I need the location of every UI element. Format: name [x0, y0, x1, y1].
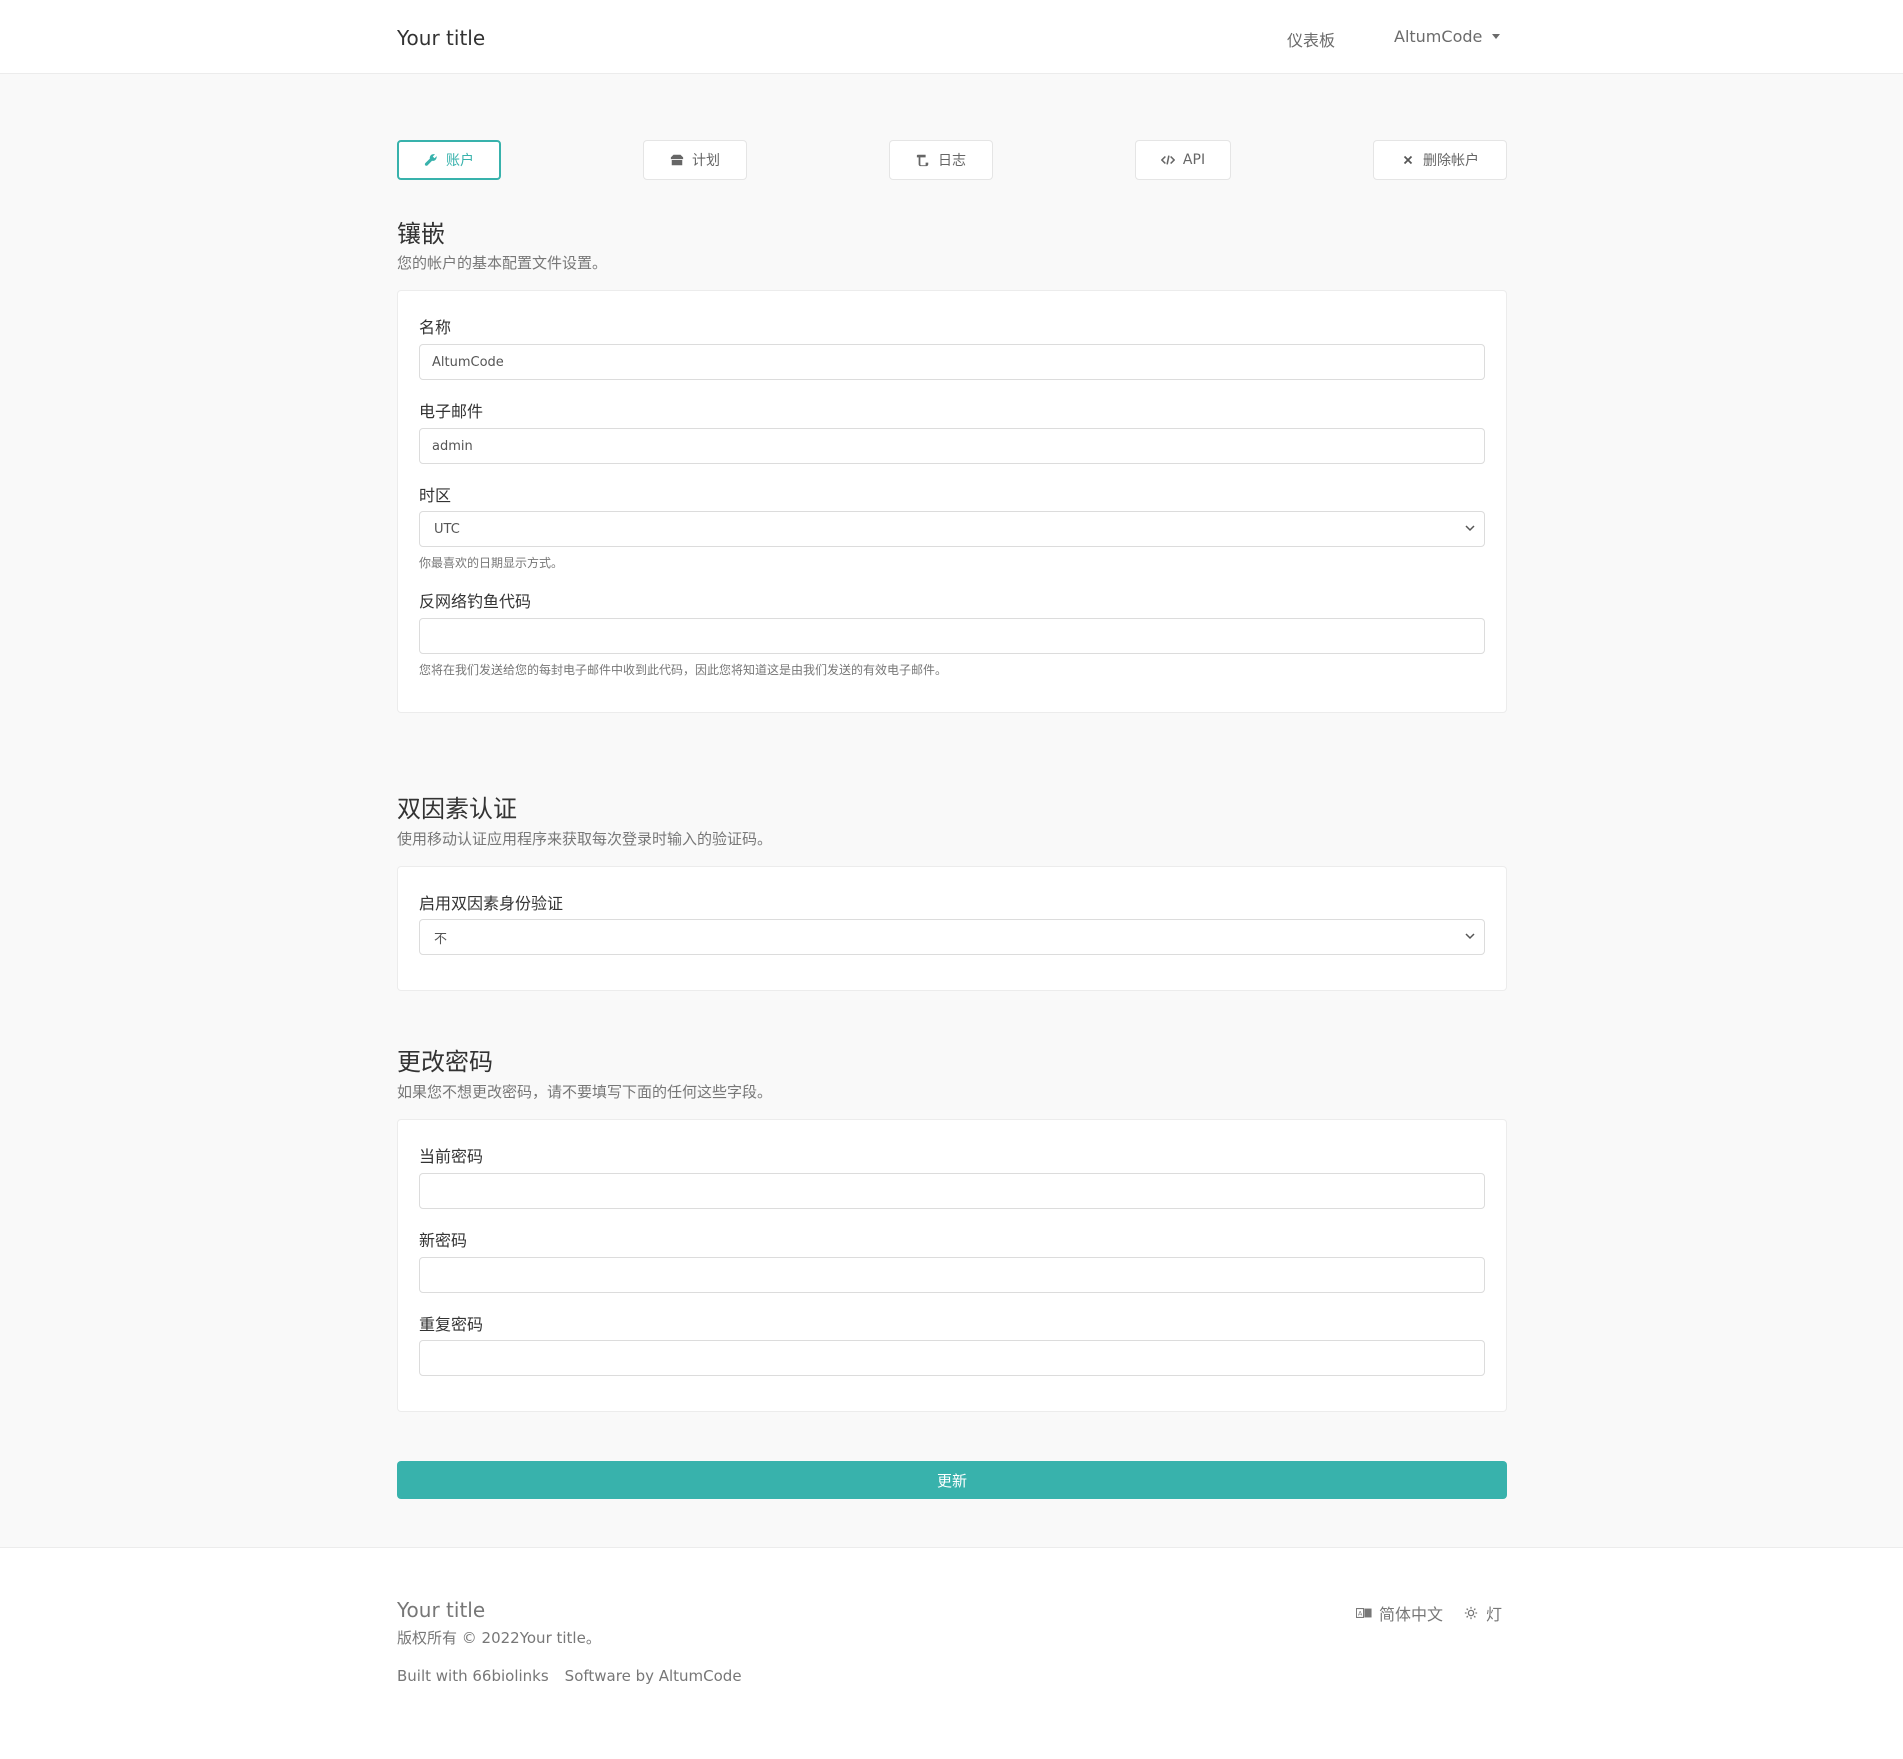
- timezone-selected-value: UTC: [419, 511, 1485, 547]
- profile-section-subtitle: 您的帐户的基本配置文件设置。: [397, 254, 608, 272]
- repeat-password-input[interactable]: [419, 1340, 1485, 1376]
- theme-switcher[interactable]: 灯: [1463, 1601, 1502, 1625]
- password-section-title: 更改密码: [397, 1048, 493, 1076]
- user-dropdown[interactable]: AltumCode: [1394, 27, 1501, 46]
- anti-phishing-help: 您将在我们发送给您的每封电子邮件中收到此代码，因此您将知道这是由我们发送的有效电…: [419, 663, 948, 677]
- wrench-icon: [424, 154, 437, 166]
- language-label: 简体中文: [1379, 1605, 1444, 1624]
- twofa-section-title: 双因素认证: [397, 795, 517, 823]
- tab-account[interactable]: 账户: [397, 140, 501, 180]
- chevron-down-icon: [1465, 933, 1475, 940]
- name-input[interactable]: [419, 344, 1485, 380]
- profile-card: 名称 电子邮件 时区 UTC 你最喜欢的日期显示方式。 反网络钓鱼代码 您将在我…: [397, 290, 1507, 713]
- tab-plan-label: 计划: [692, 153, 720, 169]
- footer-copyright: 版权所有 © 2022Your title。: [397, 1629, 601, 1647]
- timezone-help: 你最喜欢的日期显示方式。: [419, 556, 564, 570]
- timezone-label: 时区: [419, 486, 452, 505]
- twofa-enable-label: 启用双因素身份验证: [419, 894, 564, 913]
- svg-text:A: A: [1358, 1611, 1363, 1618]
- tab-plan[interactable]: 计划: [643, 140, 747, 180]
- twofa-section-subtitle: 使用移动认证应用程序来获取每次登录时输入的验证码。: [397, 830, 773, 848]
- current-password-input[interactable]: [419, 1173, 1485, 1209]
- email-input[interactable]: [419, 428, 1485, 464]
- tab-api[interactable]: API: [1135, 140, 1231, 180]
- twofa-selected-value: 不: [419, 919, 1485, 955]
- footer-links: Built with 66biolinks Software by AltumC…: [397, 1667, 742, 1685]
- theme-label: 灯: [1486, 1605, 1503, 1624]
- brand-title[interactable]: Your title: [397, 26, 485, 50]
- caret-down-icon: [1492, 34, 1501, 39]
- password-card: 当前密码 新密码 重复密码: [397, 1119, 1507, 1412]
- sun-icon: [1464, 1606, 1478, 1620]
- password-section-subtitle: 如果您不想更改密码，请不要填写下面的任何这些字段。: [397, 1083, 773, 1101]
- email-label: 电子邮件: [419, 402, 484, 421]
- tab-logs-label: 日志: [938, 153, 966, 169]
- repeat-password-label: 重复密码: [419, 1315, 484, 1334]
- code-icon: [1160, 155, 1175, 165]
- top-navbar: Your title 仪表板 AltumCode: [0, 0, 1903, 74]
- tab-account-label: 账户: [446, 153, 474, 169]
- times-icon: [1403, 155, 1413, 165]
- built-with-link[interactable]: Built with 66biolinks: [397, 1667, 549, 1685]
- nav-dashboard-link[interactable]: 仪表板: [1287, 27, 1335, 51]
- software-by-link[interactable]: Software by AltumCode: [565, 1667, 742, 1685]
- profile-section-title: 镶嵌: [397, 220, 445, 248]
- tab-api-label: API: [1182, 152, 1206, 168]
- chevron-down-icon: [1465, 525, 1475, 532]
- anti-phishing-input[interactable]: [419, 618, 1485, 654]
- twofa-card: 启用双因素身份验证 不: [397, 866, 1507, 991]
- footer: Your title 版权所有 © 2022Your title。 Built …: [0, 1547, 1903, 1759]
- twofa-enable-select[interactable]: 不: [419, 919, 1485, 955]
- tab-delete-account[interactable]: 删除帐户: [1373, 140, 1507, 180]
- current-password-label: 当前密码: [419, 1147, 484, 1166]
- anti-phishing-label: 反网络钓鱼代码: [419, 592, 532, 611]
- update-button[interactable]: 更新: [397, 1461, 1507, 1499]
- footer-controls: A 简体中文 灯: [1356, 1601, 1502, 1625]
- tab-logs[interactable]: 日志: [889, 140, 993, 180]
- user-dropdown-label: AltumCode: [1394, 27, 1483, 46]
- name-label: 名称: [419, 318, 452, 337]
- tab-delete-account-label: 删除帐户: [1423, 153, 1479, 169]
- language-icon: A: [1356, 1608, 1372, 1618]
- language-switcher[interactable]: A 简体中文: [1356, 1601, 1443, 1625]
- box-icon: [670, 154, 684, 166]
- new-password-input[interactable]: [419, 1257, 1485, 1293]
- new-password-label: 新密码: [419, 1231, 468, 1250]
- scroll-icon: [916, 154, 929, 167]
- timezone-select[interactable]: UTC: [419, 511, 1485, 547]
- footer-brand[interactable]: Your title: [397, 1598, 485, 1622]
